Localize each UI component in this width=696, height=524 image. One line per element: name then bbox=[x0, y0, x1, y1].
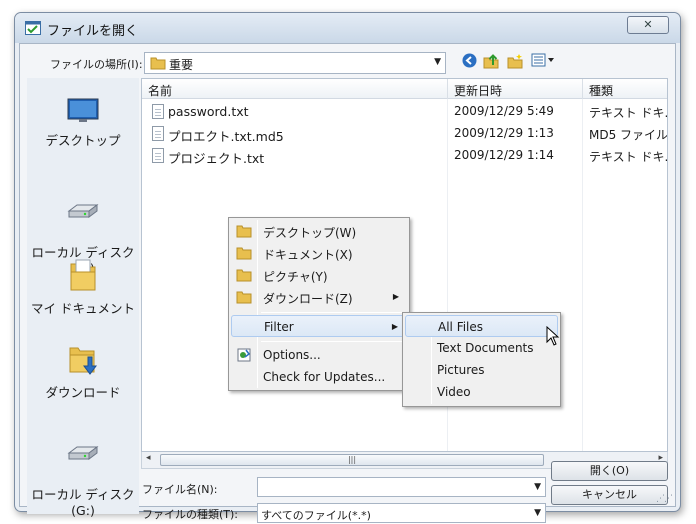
folder-icon bbox=[236, 269, 252, 282]
submenu-arrow-icon: ▶ bbox=[391, 322, 398, 331]
file-type: MD5 ファイル bbox=[589, 128, 668, 142]
filetype-select[interactable]: すべてのファイル(*.*) ▼ bbox=[257, 503, 546, 523]
file-name: プロジェクト.txt bbox=[168, 151, 265, 166]
submenu-item-video[interactable]: Video bbox=[405, 381, 558, 403]
title-bar[interactable]: ファイルを開く ✕ bbox=[15, 13, 680, 43]
context-menu: デスクトップ(W) ドキュメント(X) ピクチャ(Y) ダウンロード(Z) ▶ … bbox=[228, 217, 410, 391]
filter-submenu: All Files Text Documents Pictures Video bbox=[402, 312, 561, 407]
menu-item-check-updates[interactable]: Check for Updates... bbox=[231, 366, 407, 388]
column-date-header[interactable]: 更新日時 bbox=[454, 82, 502, 99]
file-name: password.txt bbox=[168, 104, 249, 119]
file-name: プロエクト.txt.md5 bbox=[168, 129, 284, 144]
scroll-left-icon[interactable]: ◂ bbox=[146, 453, 151, 463]
menu-item-pictures[interactable]: ピクチャ(Y) bbox=[231, 264, 407, 286]
menu-item-label: ピクチャ(Y) bbox=[263, 270, 328, 284]
sort-ascending-icon: ^ bbox=[290, 78, 298, 85]
list-header: 名前 ^ 更新日時 種類 bbox=[142, 79, 667, 99]
app-icon bbox=[25, 21, 41, 35]
view-menu-icon[interactable] bbox=[530, 53, 558, 71]
folder-icon bbox=[236, 291, 252, 304]
submenu-arrow-icon: ▶ bbox=[392, 292, 399, 301]
mouse-cursor-icon bbox=[546, 326, 560, 346]
filename-input[interactable]: ▼ bbox=[257, 477, 546, 497]
lookin-combo[interactable]: 重要 ▼ bbox=[144, 52, 446, 74]
places-bar: デスクトップ ローカル ディスク (D:) マイ ドキュメント bbox=[27, 78, 139, 518]
folder-icon bbox=[236, 247, 252, 260]
back-icon[interactable] bbox=[460, 53, 478, 71]
filetype-value: すべてのファイル(*.*) bbox=[261, 509, 371, 522]
window-title: ファイルを開く bbox=[47, 24, 139, 39]
file-row[interactable]: password.txt 2009/12/29 5:49 テキスト ドキ... bbox=[142, 101, 667, 123]
place-my-documents[interactable]: マイ ドキュメント bbox=[27, 258, 139, 317]
place-label: ローカル ディスク (G:) bbox=[31, 487, 135, 518]
menu-item-documents[interactable]: ドキュメント(X) bbox=[231, 242, 407, 264]
column-divider[interactable] bbox=[582, 79, 583, 99]
drive-icon bbox=[67, 446, 99, 460]
menu-separator bbox=[261, 312, 403, 313]
downloads-icon bbox=[69, 347, 97, 375]
place-local-disk-g[interactable]: ローカル ディスク (G:) bbox=[27, 430, 139, 518]
file-type: テキスト ドキ... bbox=[589, 150, 668, 164]
file-icon bbox=[152, 126, 164, 141]
submenu-item-all-files[interactable]: All Files bbox=[405, 315, 558, 337]
file-type: テキスト ドキ... bbox=[589, 106, 668, 120]
options-icon bbox=[237, 348, 251, 362]
menu-item-label: Options... bbox=[263, 348, 321, 362]
chevron-down-icon[interactable]: ▼ bbox=[534, 508, 541, 518]
submenu-item-label: Pictures bbox=[437, 363, 485, 377]
filetype-label: ファイルの種類(T): bbox=[142, 508, 239, 521]
submenu-item-label: All Files bbox=[438, 320, 484, 334]
menu-item-options[interactable]: Options... bbox=[231, 344, 407, 366]
submenu-item-label: Text Documents bbox=[437, 341, 534, 355]
menu-item-label: デスクトップ(W) bbox=[263, 226, 357, 240]
file-date: 2009/12/29 5:49 bbox=[454, 104, 554, 118]
text-file-icon bbox=[152, 104, 164, 119]
close-button[interactable]: ✕ bbox=[627, 16, 669, 34]
menu-item-label: ダウンロード(Z) bbox=[263, 292, 353, 306]
chevron-down-icon[interactable]: ▼ bbox=[434, 57, 441, 67]
place-label: マイ ドキュメント bbox=[31, 301, 135, 316]
menu-item-label: Check for Updates... bbox=[263, 370, 386, 384]
menu-item-label: Filter bbox=[264, 320, 294, 334]
filename-label: ファイル名(N): bbox=[142, 483, 218, 496]
place-desktop[interactable]: デスクトップ bbox=[27, 98, 139, 149]
menu-separator bbox=[261, 341, 403, 342]
menu-item-desktop[interactable]: デスクトップ(W) bbox=[231, 220, 407, 242]
up-folder-icon[interactable] bbox=[482, 53, 500, 71]
column-type-header[interactable]: 種類 bbox=[589, 82, 613, 99]
close-icon: ✕ bbox=[643, 18, 653, 31]
file-row[interactable]: プロジェクト.txt 2009/12/29 1:14 テキスト ドキ... bbox=[142, 145, 667, 167]
text-file-icon bbox=[152, 148, 164, 163]
menu-item-downloads[interactable]: ダウンロード(Z) ▶ bbox=[231, 286, 407, 308]
lookin-label: ファイルの場所(I): bbox=[50, 58, 143, 71]
column-name-header[interactable]: 名前 bbox=[148, 82, 172, 99]
place-downloads[interactable]: ダウンロード bbox=[27, 342, 139, 401]
scroll-thumb[interactable]: ||| bbox=[160, 454, 544, 466]
column-divider[interactable] bbox=[447, 79, 448, 99]
new-folder-icon[interactable] bbox=[506, 53, 524, 71]
file-date: 2009/12/29 1:13 bbox=[454, 126, 554, 140]
place-label: ダウンロード bbox=[45, 385, 121, 400]
chevron-down-icon[interactable]: ▼ bbox=[534, 482, 541, 492]
file-row[interactable]: プロエクト.txt.md5 2009/12/29 1:13 MD5 ファイル bbox=[142, 123, 667, 145]
folder-icon bbox=[150, 57, 166, 70]
drive-icon bbox=[67, 204, 99, 218]
submenu-item-label: Video bbox=[437, 385, 471, 399]
place-label: デスクトップ bbox=[45, 133, 121, 148]
cancel-button[interactable]: キャンセル bbox=[551, 485, 668, 505]
submenu-item-pictures[interactable]: Pictures bbox=[405, 359, 558, 381]
open-button[interactable]: 開く(O) bbox=[551, 461, 668, 481]
file-date: 2009/12/29 1:14 bbox=[454, 148, 554, 162]
resize-grip-icon[interactable]: ⋰⋰ bbox=[656, 494, 673, 504]
menu-item-label: ドキュメント(X) bbox=[263, 248, 353, 262]
submenu-item-text-documents[interactable]: Text Documents bbox=[405, 337, 558, 359]
folder-icon bbox=[236, 225, 252, 238]
menu-item-filter[interactable]: Filter ▶ bbox=[231, 315, 407, 337]
lookin-value: 重要 bbox=[169, 58, 194, 72]
documents-icon bbox=[70, 259, 96, 291]
desktop-icon bbox=[67, 98, 99, 122]
